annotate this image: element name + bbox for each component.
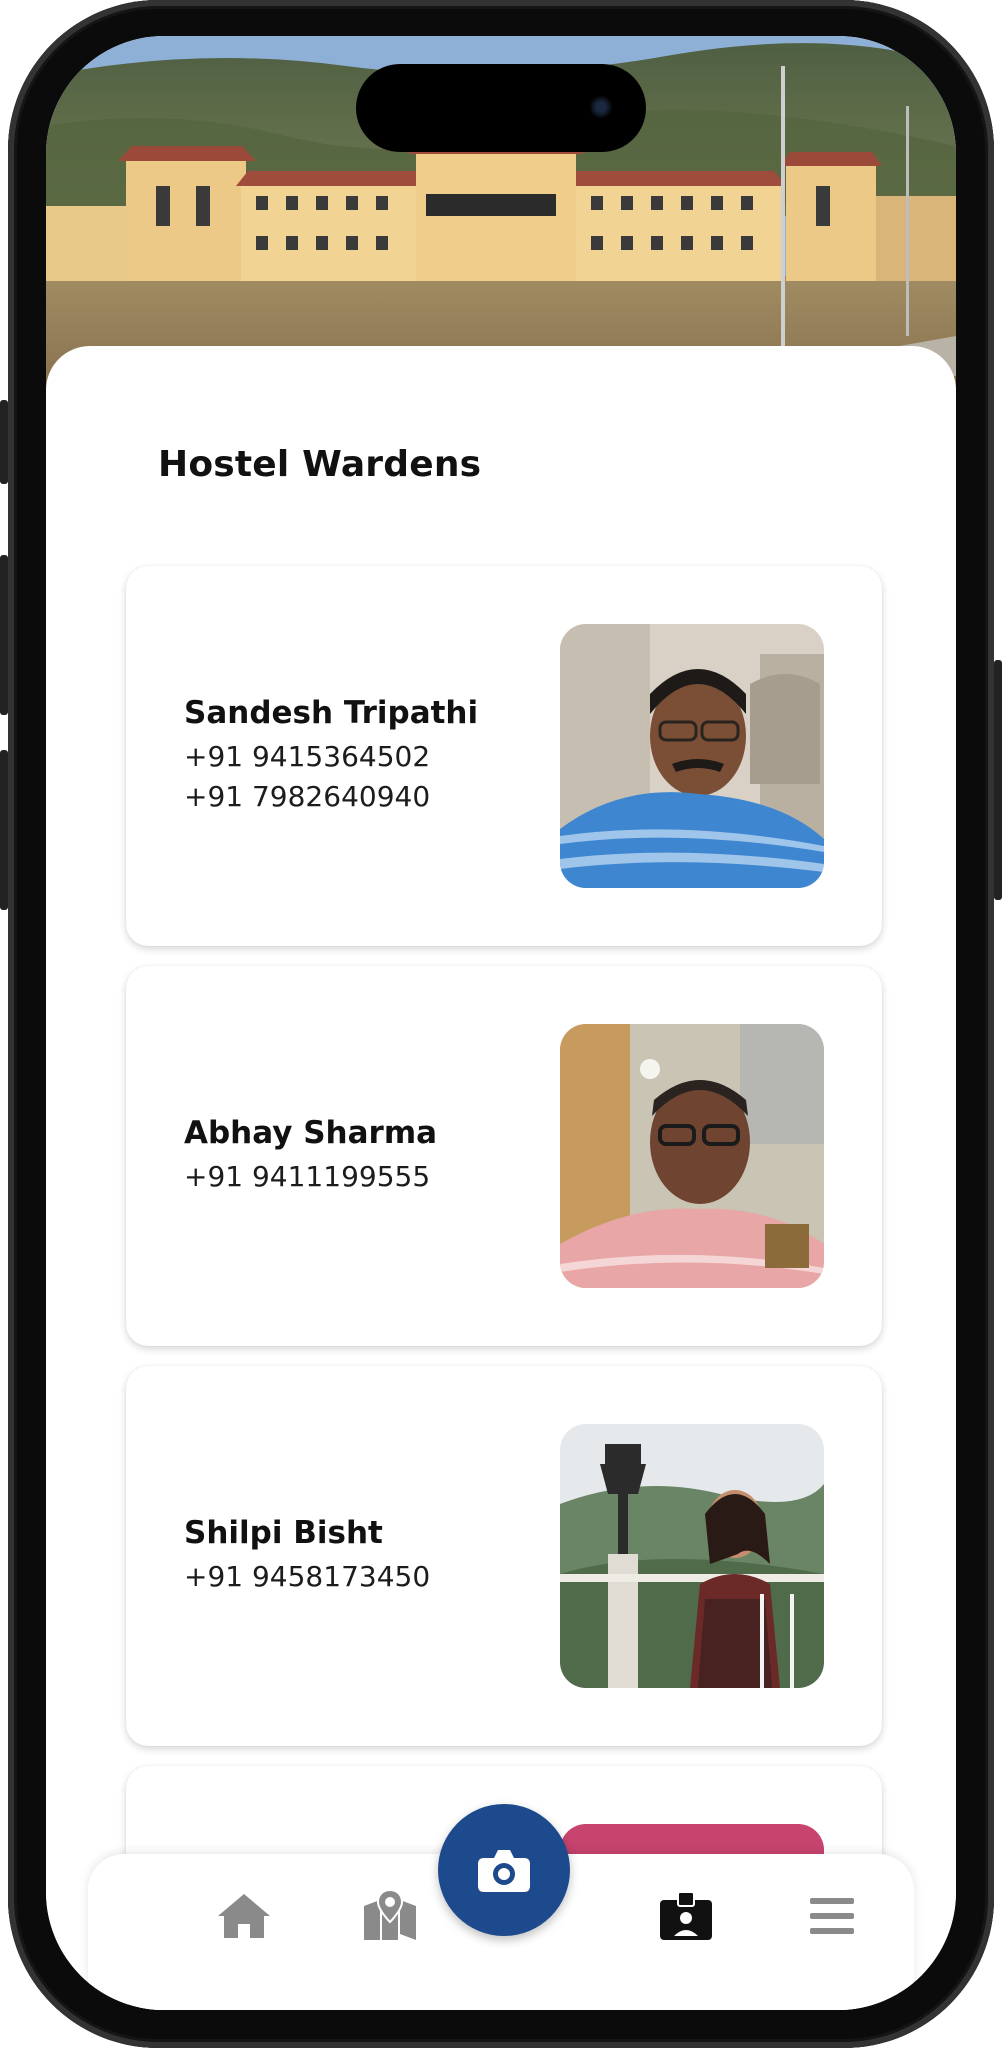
warden-name: Abhay Sharma xyxy=(184,1115,438,1151)
nav-home[interactable] xyxy=(212,1884,276,1948)
map-icon xyxy=(364,1890,416,1940)
power-button xyxy=(994,660,1002,900)
camera-icon xyxy=(478,1850,530,1892)
action-button xyxy=(0,400,8,484)
warden-photo xyxy=(560,624,824,888)
nav-wardens[interactable] xyxy=(654,1884,718,1948)
dynamic-island xyxy=(356,64,646,152)
warden-phone[interactable]: +91 7982640940 xyxy=(184,777,478,817)
warden-info: Abhay Sharma +91 9411199555 xyxy=(184,966,437,1346)
section-title: Hostel Wardens xyxy=(158,444,482,485)
warden-card[interactable]: Shilpi Bisht +91 9458173450 xyxy=(126,1366,882,1746)
volume-up-button xyxy=(0,555,8,715)
camera-button[interactable] xyxy=(438,1804,570,1936)
warden-name: Sandesh Tripathi xyxy=(184,695,479,731)
content-sheet: Hostel Wardens Sandesh Tripathi +91 9415… xyxy=(46,346,956,2010)
warden-phone[interactable]: +91 9415364502 xyxy=(184,737,478,777)
warden-photo xyxy=(560,1024,824,1288)
warden-info: Shilpi Bisht +91 9458173450 xyxy=(184,1366,430,1746)
home-icon xyxy=(218,1894,270,1938)
volume-down-button xyxy=(0,750,8,910)
id-badge-icon xyxy=(660,1891,712,1940)
warden-card[interactable]: Sandesh Tripathi +91 9415364502 +91 7982… xyxy=(126,566,882,946)
warden-info: Sandesh Tripathi +91 9415364502 +91 7982… xyxy=(184,566,478,946)
nav-menu[interactable] xyxy=(800,1884,864,1948)
warden-name: Shilpi Bisht xyxy=(184,1515,383,1551)
app-screen: Hostel Wardens Sandesh Tripathi +91 9415… xyxy=(46,36,956,2010)
warden-phone[interactable]: +91 9411199555 xyxy=(184,1157,437,1197)
front-camera xyxy=(590,96,612,118)
menu-icon xyxy=(810,1898,854,1934)
nav-map[interactable] xyxy=(358,1884,422,1948)
warden-photo xyxy=(560,1424,824,1688)
warden-card[interactable]: Abhay Sharma +91 9411199555 xyxy=(126,966,882,1346)
warden-phone[interactable]: +91 9458173450 xyxy=(184,1557,430,1597)
